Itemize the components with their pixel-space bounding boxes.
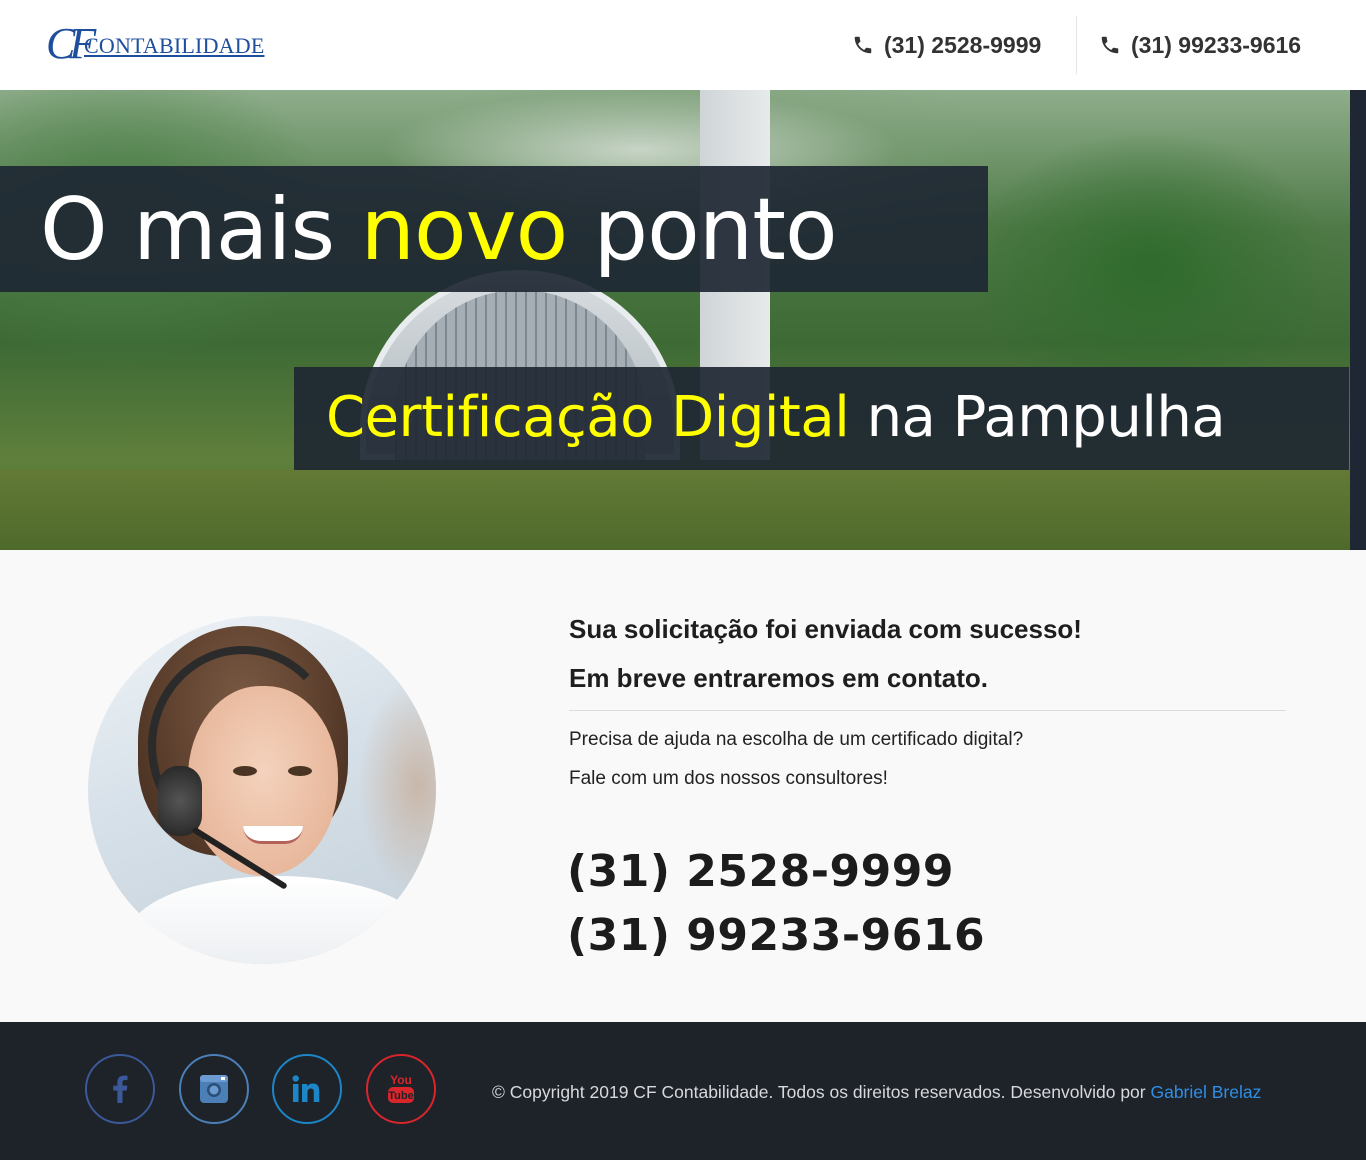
headline-post: ponto — [567, 180, 838, 280]
subline-banner: Certificação Digital na Pampulha — [294, 367, 1349, 470]
success-message: Sua solicitação foi enviada com sucesso! — [569, 614, 1082, 644]
header-phone-mobile[interactable]: (31) 99233-9616 — [1099, 30, 1301, 60]
hero-edge — [1350, 90, 1366, 550]
contact-soon-message: Em breve entraremos em contato. — [569, 663, 989, 693]
message-divider — [569, 710, 1286, 711]
facebook-icon — [113, 1075, 128, 1103]
hero-subline: Certificação Digital na Pampulha — [326, 385, 1226, 451]
copyright-notice: © Copyright 2019 CF Contabilidade. Todos… — [492, 1080, 1261, 1104]
developer-link[interactable]: Gabriel Brelaz — [1150, 1082, 1261, 1102]
site-header: CF CONTABILIDADE (31) 2528-9999 (31) 992… — [0, 0, 1366, 90]
svg-text:You: You — [390, 1073, 412, 1087]
hero-banner: O mais novo ponto Certificação Digital n… — [0, 90, 1366, 550]
header-divider — [1076, 16, 1077, 74]
consultant-photo — [88, 616, 436, 964]
linkedin-link[interactable] — [272, 1054, 342, 1124]
instagram-link[interactable] — [179, 1054, 249, 1124]
photo-background — [358, 676, 436, 896]
headline-highlight: novo — [360, 180, 569, 280]
facebook-link[interactable] — [85, 1054, 155, 1124]
phone-icon — [1101, 36, 1119, 54]
youtube-link[interactable]: You Tube — [366, 1054, 436, 1124]
headset-earcup — [158, 766, 202, 836]
instagram-icon — [200, 1075, 228, 1103]
logo-text: CONTABILIDADE — [84, 33, 265, 58]
linkedin-icon — [292, 1075, 320, 1102]
contact-phone-landline[interactable]: (31) 2528-9999 — [567, 846, 954, 898]
photo-shirt — [128, 876, 428, 964]
help-cta: Fale com um dos nossos consultores! — [569, 768, 888, 789]
cf-contabilidade-logo[interactable]: CF CONTABILIDADE — [46, 18, 286, 72]
headline-banner: O mais novo ponto — [0, 166, 988, 292]
header-phone-mobile-text: (31) 99233-9616 — [1131, 31, 1302, 58]
hero-headline: O mais novo ponto — [40, 180, 838, 280]
header-phone-landline[interactable]: (31) 2528-9999 — [852, 30, 1041, 60]
svg-text:Tube: Tube — [388, 1090, 413, 1102]
subline-highlight: Certificação Digital — [326, 385, 850, 450]
contact-phone-mobile[interactable]: (31) 99233-9616 — [567, 910, 985, 962]
site-footer: You Tube © Copyright 2019 CF Contabilida… — [0, 1022, 1366, 1160]
copyright-text: © Copyright 2019 CF Contabilidade. Todos… — [492, 1082, 1151, 1102]
confirmation-section: Sua solicitação foi enviada com sucesso!… — [0, 550, 1366, 1022]
headline-pre: O mais — [40, 180, 361, 280]
header-phone-landline-text: (31) 2528-9999 — [884, 31, 1042, 58]
help-question: Precisa de ajuda na escolha de um certif… — [569, 729, 1024, 750]
subline-post: na Pampulha — [849, 385, 1226, 450]
hero-grass — [0, 470, 1366, 550]
phone-icon — [854, 36, 872, 54]
youtube-icon: You Tube — [388, 1073, 414, 1103]
